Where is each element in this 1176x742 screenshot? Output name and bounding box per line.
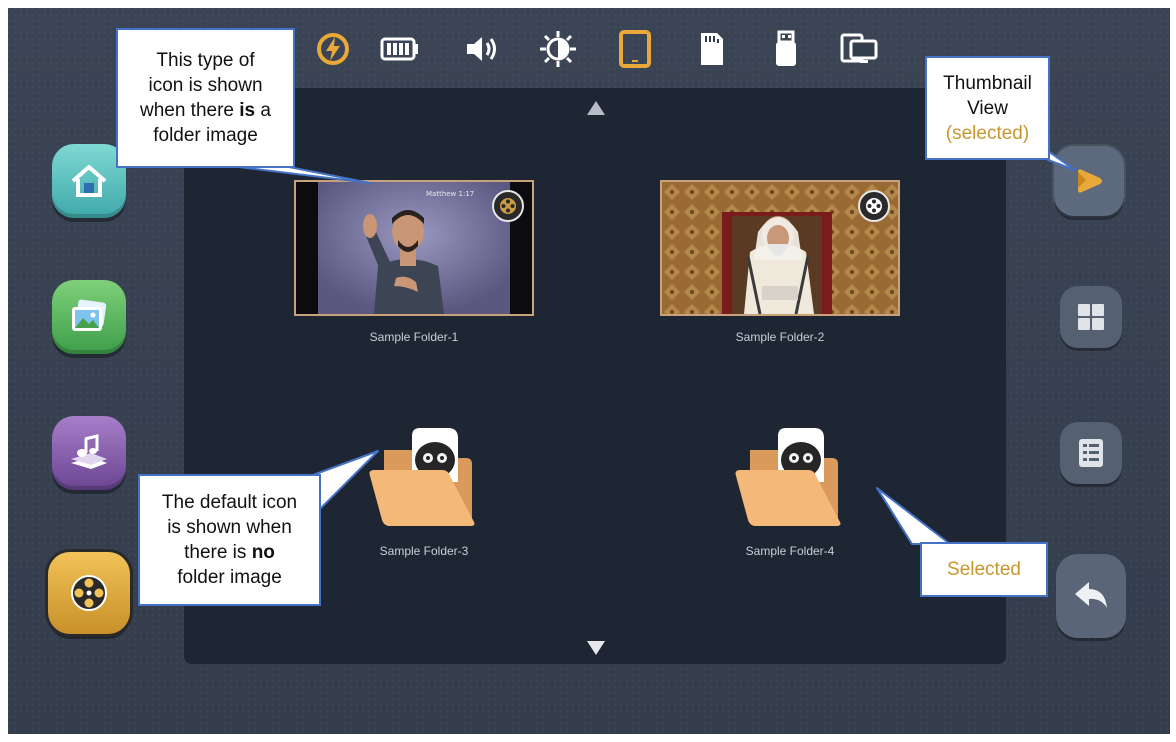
nav-home-button[interactable] bbox=[52, 144, 126, 218]
list-view-icon bbox=[1079, 439, 1103, 467]
film-reel-icon bbox=[858, 190, 890, 222]
scroll-up-button[interactable] bbox=[587, 100, 605, 115]
back-button[interactable] bbox=[1056, 554, 1126, 638]
list-view-button[interactable] bbox=[1060, 422, 1122, 484]
folder-thumbnail[interactable] bbox=[660, 180, 900, 316]
folder-tile-selected[interactable]: Sample Folder-4 bbox=[670, 420, 910, 558]
triangle-up-icon bbox=[587, 101, 605, 115]
tablet-icon[interactable] bbox=[612, 26, 658, 72]
nav-gallery-button[interactable] bbox=[52, 280, 126, 354]
callout-folder-image: This type of icon is shown when there is… bbox=[116, 28, 295, 168]
home-icon bbox=[71, 165, 107, 197]
folder-label: Sample Folder-4 bbox=[745, 544, 835, 558]
gallery-icon bbox=[72, 299, 107, 331]
folder-label: Sample Folder-2 bbox=[735, 330, 825, 344]
film-reel-icon bbox=[492, 190, 524, 222]
scroll-down-button[interactable] bbox=[587, 640, 605, 655]
folder-icon bbox=[720, 420, 860, 530]
video-reel-icon bbox=[71, 575, 107, 611]
nav-music-button[interactable] bbox=[52, 416, 126, 490]
grid-view-icon bbox=[1078, 304, 1104, 330]
thumbnail-view-icon bbox=[1078, 169, 1102, 193]
battery-icon[interactable] bbox=[377, 26, 423, 72]
callout-thumbnail-view: Thumbnail View (selected) bbox=[925, 56, 1050, 160]
back-arrow-icon bbox=[1075, 582, 1107, 608]
folder-thumbnail[interactable]: Matthew 1:17 bbox=[294, 180, 534, 316]
callout-default-icon: The default icon is shown when there is … bbox=[138, 474, 321, 606]
brightness-icon[interactable] bbox=[535, 26, 581, 72]
display-icon[interactable] bbox=[836, 26, 882, 72]
thumbnail-caption: Matthew 1:17 bbox=[426, 190, 475, 198]
usb-drive-icon[interactable] bbox=[763, 26, 809, 72]
folder-label: Sample Folder-1 bbox=[369, 330, 459, 344]
folder-tile[interactable]: Sample Folder-3 bbox=[304, 420, 544, 558]
callout-selected: Selected bbox=[920, 542, 1048, 597]
thumbnail-view-button[interactable] bbox=[1054, 146, 1124, 216]
sd-card-icon[interactable] bbox=[688, 26, 734, 72]
volume-icon[interactable] bbox=[460, 26, 506, 72]
power-icon[interactable] bbox=[310, 26, 356, 72]
triangle-down-icon bbox=[587, 641, 605, 655]
folder-tile[interactable]: Sample Folder-2 bbox=[660, 180, 900, 344]
folder-label: Sample Folder-3 bbox=[379, 544, 469, 558]
folder-icon bbox=[354, 420, 494, 530]
folder-tile[interactable]: Matthew 1:17 Sample Folder-1 bbox=[294, 180, 534, 344]
nav-video-button[interactable] bbox=[48, 552, 130, 634]
grid-view-button[interactable] bbox=[1060, 286, 1122, 348]
music-icon bbox=[71, 434, 107, 469]
